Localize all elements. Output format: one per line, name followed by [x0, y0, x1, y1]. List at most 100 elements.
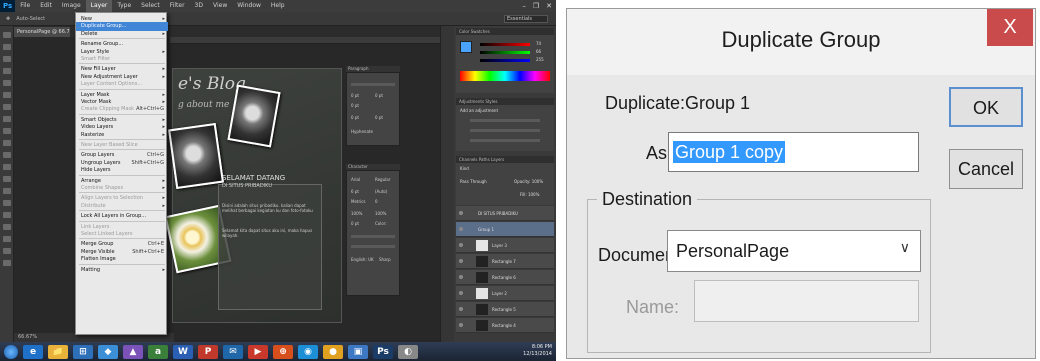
- tool-icon[interactable]: [2, 176, 11, 182]
- indent-value[interactable]: 0 pt: [351, 103, 359, 108]
- space-value[interactable]: 0 pt: [351, 115, 359, 120]
- language-select[interactable]: English: UK: [351, 257, 374, 262]
- tool-icon[interactable]: [2, 140, 11, 146]
- opacity-field[interactable]: Opacity: 100%: [514, 179, 543, 184]
- tool-icon[interactable]: [2, 116, 11, 122]
- font-size-field[interactable]: 6 pt: [351, 189, 359, 194]
- eye-icon[interactable]: [459, 291, 463, 295]
- vscale-field[interactable]: 100%: [351, 211, 362, 216]
- tool-icon[interactable]: [2, 44, 11, 50]
- leading-field[interactable]: (Auto): [375, 189, 387, 194]
- eye-icon[interactable]: [459, 323, 463, 327]
- foreground-color-swatch[interactable]: [460, 41, 472, 53]
- fill-field[interactable]: Fill: 100%: [520, 192, 539, 197]
- document-select[interactable]: PersonalPage ∨: [667, 230, 921, 272]
- color-spectrum[interactable]: [460, 71, 550, 81]
- tracking-field[interactable]: 0: [375, 199, 378, 204]
- tool-icon[interactable]: [2, 128, 11, 134]
- cancel-button[interactable]: Cancel: [949, 149, 1023, 189]
- menu-edit[interactable]: Edit: [35, 0, 57, 12]
- ok-button[interactable]: OK: [949, 87, 1023, 127]
- color-field[interactable]: Color:: [375, 221, 387, 226]
- menu-3d[interactable]: 3D: [190, 0, 208, 12]
- eye-icon[interactable]: [459, 259, 463, 263]
- layer-row[interactable]: DI SITUS PRIBADIKU: [456, 206, 554, 221]
- taskbar-app-icon[interactable]: ◉: [298, 344, 318, 359]
- as-name-input[interactable]: Group 1 copy: [668, 132, 919, 172]
- layers-panel-tab[interactable]: Channels Paths Layers: [456, 156, 554, 163]
- menu-file[interactable]: File: [15, 0, 35, 12]
- taskbar-app-icon[interactable]: 📁: [48, 344, 68, 359]
- opentype-buttons[interactable]: [351, 245, 395, 248]
- taskbar-app-icon[interactable]: W: [173, 344, 193, 359]
- layer-menu-item[interactable]: Matting ▸: [76, 266, 168, 275]
- menu-type[interactable]: Type: [112, 0, 136, 12]
- blue-value[interactable]: 255: [536, 57, 544, 62]
- antialias-select[interactable]: Sharp: [379, 257, 391, 262]
- taskbar-app-icon[interactable]: ▣: [348, 344, 368, 359]
- start-button-icon[interactable]: [4, 344, 18, 359]
- taskbar-app-icon[interactable]: ▲: [123, 344, 143, 359]
- tool-icon[interactable]: [2, 164, 11, 170]
- tool-icon[interactable]: [2, 104, 11, 110]
- tool-icon[interactable]: [2, 68, 11, 74]
- blend-mode-select[interactable]: Pass Through: [460, 179, 487, 184]
- layer-row[interactable]: Rectangle 6: [456, 270, 554, 285]
- menu-help[interactable]: Help: [266, 0, 290, 12]
- layer-row[interactable]: Rectangle 5: [456, 302, 554, 317]
- tool-icon[interactable]: [2, 80, 11, 86]
- layer-row[interactable]: Rectangle 7: [456, 254, 554, 269]
- clock[interactable]: 8:06 PM 12/13/2014: [523, 344, 552, 358]
- align-buttons[interactable]: [351, 83, 395, 86]
- green-slider[interactable]: [480, 51, 530, 54]
- hyphenate-checkbox[interactable]: Hyphenate: [351, 129, 373, 134]
- baseline-field[interactable]: 0 pt: [351, 221, 359, 226]
- taskbar-app-icon[interactable]: ✉: [223, 344, 243, 359]
- kind-filter[interactable]: Kind: [460, 166, 469, 171]
- menu-select[interactable]: Select: [136, 0, 165, 12]
- layer-row[interactable]: Rectangle 4: [456, 318, 554, 333]
- adjustment-icons[interactable]: [470, 139, 540, 142]
- type-style-buttons[interactable]: [351, 235, 395, 238]
- eye-icon[interactable]: [459, 211, 463, 215]
- eye-icon[interactable]: [459, 275, 463, 279]
- tool-icon[interactable]: [2, 92, 11, 98]
- auto-select-checkbox[interactable]: Auto-Select: [16, 16, 45, 22]
- taskbar-app-icon[interactable]: ◆: [98, 344, 118, 359]
- document-tab[interactable]: PersonalPage @ 66.7: [14, 27, 70, 37]
- eye-icon[interactable]: [459, 243, 463, 247]
- color-panel-tab[interactable]: Color Swatches: [456, 28, 554, 35]
- indent-value[interactable]: 0 pt: [375, 93, 383, 98]
- kerning-field[interactable]: Metrics: [351, 199, 366, 204]
- font-family-select[interactable]: Arial: [351, 177, 360, 182]
- eye-icon[interactable]: [459, 227, 463, 231]
- menu-layer[interactable]: Layer: [85, 0, 113, 12]
- layer-row[interactable]: Layer 3: [456, 238, 554, 253]
- menu-view[interactable]: View: [208, 0, 232, 12]
- adjustment-icons[interactable]: [470, 129, 540, 132]
- taskbar-app-icon[interactable]: ●: [323, 344, 343, 359]
- close-button[interactable]: ✕: [546, 0, 552, 12]
- space-value[interactable]: 0 pt: [375, 115, 383, 120]
- indent-value[interactable]: 0 pt: [351, 93, 359, 98]
- tool-icon[interactable]: [2, 32, 11, 38]
- tool-icon[interactable]: [2, 200, 11, 206]
- tool-icon[interactable]: [2, 188, 11, 194]
- menu-image[interactable]: Image: [57, 0, 86, 12]
- tool-icon[interactable]: [2, 224, 11, 230]
- red-value[interactable]: 74: [536, 41, 541, 46]
- green-value[interactable]: 66: [536, 49, 541, 54]
- tool-icon[interactable]: [2, 260, 11, 266]
- move-tool-icon[interactable]: ✥: [6, 16, 10, 22]
- taskbar-app-icon[interactable]: Ps: [373, 344, 393, 359]
- taskbar-app-icon[interactable]: ◐: [398, 344, 418, 359]
- eye-icon[interactable]: [459, 307, 463, 311]
- tool-icon[interactable]: [2, 56, 11, 62]
- red-slider[interactable]: [480, 43, 530, 46]
- menu-window[interactable]: Window: [232, 0, 266, 12]
- workspace-select[interactable]: Essentials: [504, 15, 548, 23]
- adjustments-panel-tab[interactable]: Adjustments Styles: [456, 98, 554, 105]
- layer-row-selected[interactable]: Group 1: [456, 222, 554, 237]
- taskbar-app-icon[interactable]: ▶: [248, 344, 268, 359]
- minimize-button[interactable]: –: [522, 0, 526, 12]
